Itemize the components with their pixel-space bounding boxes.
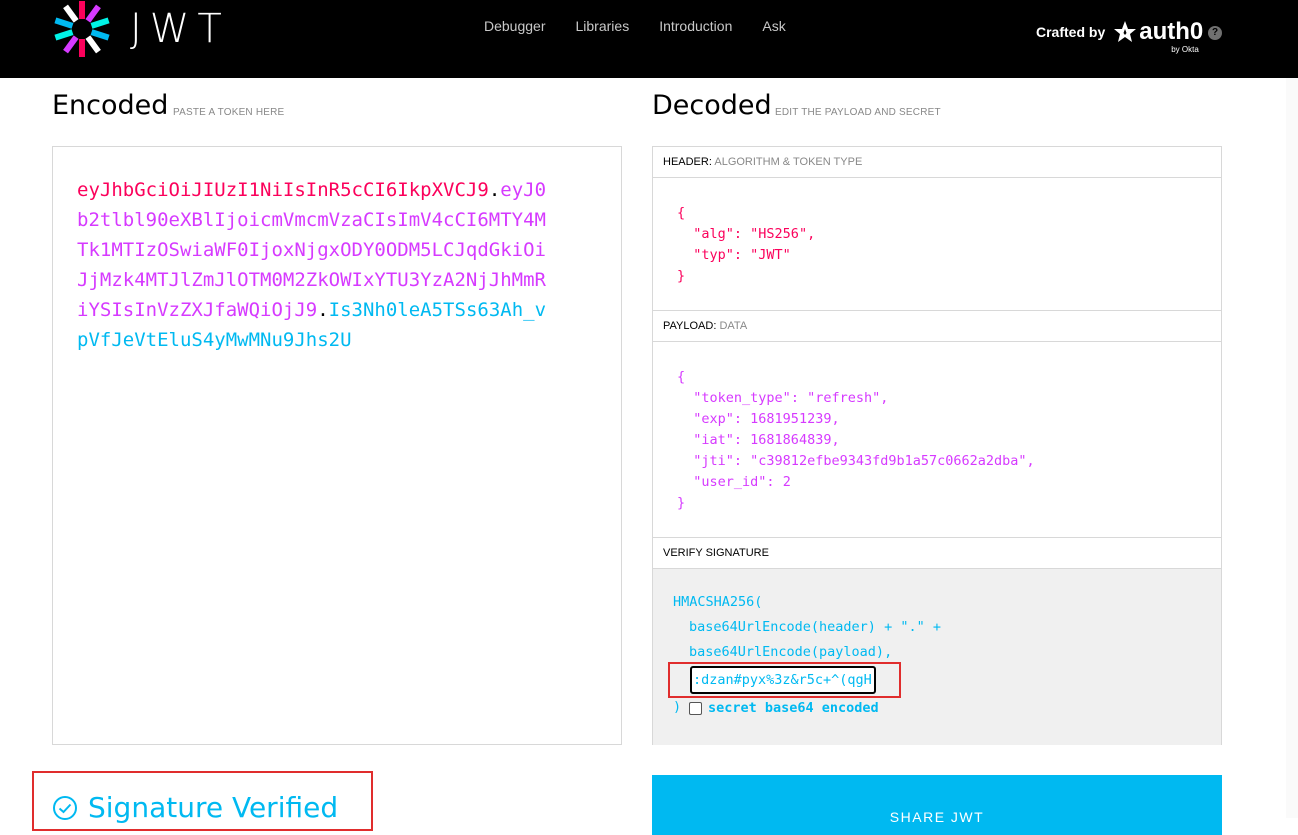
token-dot: . (317, 299, 329, 321)
signature-verified-highlight: Signature Verified (32, 771, 373, 831)
auth0-word: auth0 (1139, 18, 1204, 45)
payload-label-muted: DATA (719, 320, 748, 332)
iat-key: "iat" (693, 432, 734, 448)
help-icon[interactable]: ? (1208, 26, 1222, 40)
nav-link-ask[interactable]: Ask (762, 18, 785, 38)
signature-verified-status: Signature Verified (52, 791, 338, 824)
encoded-token-text[interactable]: eyJhbGciOiJIUzI1NiIsInR5cCI6IkpXVCJ9.eyJ… (77, 175, 557, 355)
base64-encoded-checkbox[interactable] (689, 701, 702, 715)
nav-link-introduction[interactable]: Introduction (659, 18, 732, 38)
verify-signature-body: HMACSHA256( base64UrlEncode(header) + ".… (653, 569, 1221, 745)
encoded-subtitle: PASTE A TOKEN HERE (173, 107, 285, 118)
header-label: HEADER: (663, 156, 712, 168)
by-okta-text: by Okta (1171, 45, 1199, 54)
nav-link-libraries[interactable]: Libraries (576, 18, 630, 38)
secret-input[interactable]: :dzan#pyx%3z&r5c+^(qgH (690, 666, 876, 694)
exp-key: "exp" (693, 411, 734, 427)
decoded-title: Decoded (652, 90, 772, 121)
secret-highlight-box: :dzan#pyx%3z&r5c+^(qgH (668, 662, 901, 698)
token-header-part: eyJhbGciOiJIUzI1NiIsInR5cCI6IkpXVCJ9 (77, 179, 489, 201)
token-type-key: "token_type" (693, 390, 791, 406)
verify-line-header: base64UrlEncode(header) + "." + (689, 619, 941, 635)
verify-section-title: VERIFY SIGNATURE (653, 538, 1221, 569)
payload-label: PAYLOAD: (663, 320, 717, 332)
payload-section-title: PAYLOAD: DATA (653, 311, 1221, 342)
base64-option: secret base64 encoded (689, 700, 879, 716)
payload-json-editor[interactable]: { "token_type": "refresh", "exp": 168195… (653, 343, 1221, 538)
base64-encoded-label[interactable]: secret base64 encoded (708, 700, 879, 716)
header-label-muted: ALGORITHM & TOKEN TYPE (714, 156, 863, 168)
iat-value: 1681864839 (750, 432, 832, 448)
verify-line-payload: base64UrlEncode(payload), (689, 644, 893, 660)
alg-value: "HS256" (750, 226, 808, 242)
token-type-value: "refresh" (807, 390, 881, 406)
crafted-by[interactable]: Crafted by auth0 by Okta (1036, 15, 1204, 55)
header-section-title: HEADER: ALGORITHM & TOKEN TYPE (653, 147, 1221, 178)
crafted-by-text: Crafted by (1036, 24, 1106, 40)
hmac-fn-close: ) (673, 699, 682, 715)
user-id-key: "user_id" (693, 474, 767, 490)
auth0-star-icon (1114, 21, 1137, 42)
typ-key: "typ" (693, 247, 734, 263)
verify-label: VERIFY SIGNATURE (663, 547, 769, 559)
typ-value: "JWT" (750, 247, 791, 263)
encoded-title: Encoded (52, 90, 169, 121)
jti-key: "jti" (693, 453, 734, 469)
jwt-logo-icon (54, 1, 110, 57)
decoded-subtitle: EDIT THE PAYLOAD AND SECRET (775, 107, 941, 118)
hmac-fn-open: HMACSHA256( (673, 594, 763, 610)
nav-links: Debugger Libraries Introduction Ask (484, 18, 786, 38)
nav-link-debugger[interactable]: Debugger (484, 18, 546, 38)
auth0-logo: auth0 by Okta (1113, 18, 1204, 54)
top-nav: JWT Debugger Libraries Introduction Ask … (0, 0, 1298, 78)
header-json-editor[interactable]: { "alg": "HS256", "typ": "JWT" } (653, 179, 1221, 311)
jti-value: "c39812efbe9343fd9b1a57c0662a2dba" (750, 453, 1027, 469)
alg-key: "alg" (693, 226, 734, 242)
jwt-logo[interactable]: JWT (52, 0, 242, 60)
check-circle-icon (53, 795, 77, 820)
token-dot: . (488, 179, 501, 201)
logo-text: JWT (130, 6, 230, 52)
decoded-panel: HEADER: ALGORITHM & TOKEN TYPE { "alg": … (652, 146, 1222, 745)
encoded-token-editor[interactable]: eyJhbGciOiJIUzI1NiIsInR5cCI6IkpXVCJ9.eyJ… (52, 146, 622, 745)
user-id-value: 2 (782, 474, 791, 490)
exp-value: 1681951239 (750, 411, 832, 427)
share-jwt-button[interactable]: SHARE JWT (652, 775, 1222, 835)
signature-verified-text: Signature Verified (88, 791, 339, 824)
page-scrollbar[interactable] (1286, 78, 1298, 818)
